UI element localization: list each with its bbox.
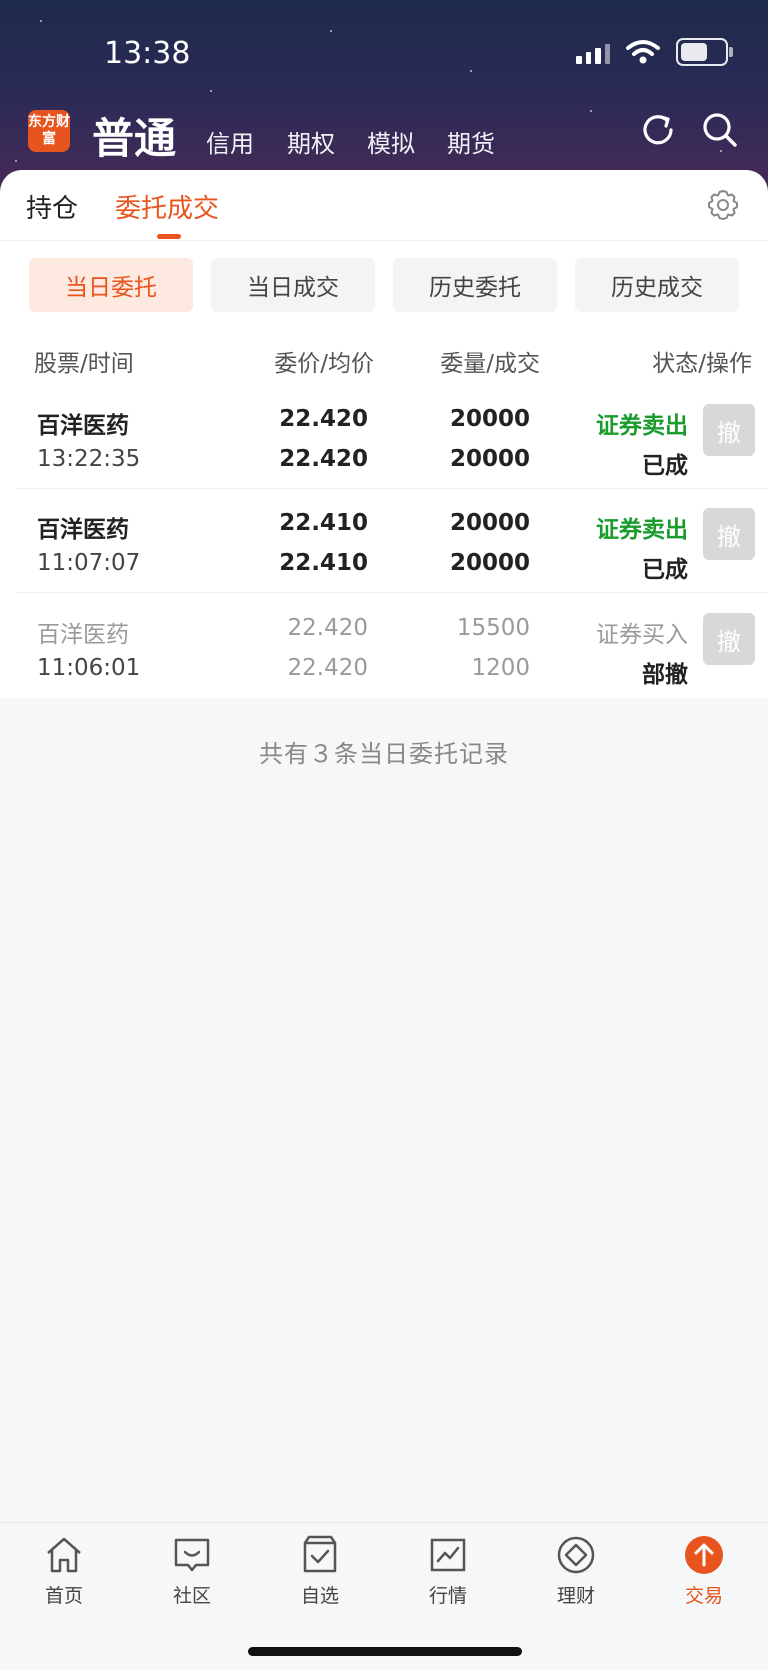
column-header-stock-time: 股票/时间 bbox=[34, 351, 134, 377]
status-time: 13:38 bbox=[104, 36, 191, 71]
nav-market[interactable]: 行情 bbox=[408, 1533, 488, 1608]
wealth-icon bbox=[557, 1536, 595, 1574]
mode-tab-options[interactable]: 期权 bbox=[287, 124, 335, 159]
avg-price: 22.420 bbox=[279, 446, 368, 472]
cellular-signal-icon bbox=[576, 40, 610, 64]
segment-history-orders[interactable]: 历史委托 bbox=[393, 258, 557, 312]
filled-qty: 1200 bbox=[471, 655, 530, 681]
order-status: 部撤 bbox=[642, 662, 688, 688]
app-logo: 东方财富 bbox=[28, 110, 70, 152]
cancel-order-button[interactable]: 撤 bbox=[703, 508, 755, 560]
order-direction: 证券买入 bbox=[596, 622, 688, 648]
row-divider bbox=[16, 488, 768, 489]
order-status: 已成 bbox=[642, 453, 688, 479]
wifi-icon bbox=[626, 40, 660, 64]
row-divider bbox=[16, 592, 768, 593]
order-time: 13:22:35 bbox=[37, 446, 141, 472]
order-price: 22.420 bbox=[287, 615, 368, 641]
settings-gear-icon[interactable] bbox=[706, 188, 740, 222]
order-qty: 20000 bbox=[449, 406, 530, 432]
home-icon bbox=[47, 1537, 81, 1573]
trade-icon bbox=[685, 1536, 723, 1574]
stock-name: 百洋医药 bbox=[37, 517, 129, 543]
stock-name: 百洋医药 bbox=[37, 413, 129, 439]
watchlist-icon bbox=[303, 1535, 337, 1573]
avg-price: 22.420 bbox=[287, 655, 368, 681]
order-count-summary: 共有３条当日委托记录 bbox=[259, 740, 509, 768]
order-price: 22.410 bbox=[279, 510, 368, 536]
nav-trade[interactable]: 交易 bbox=[664, 1533, 744, 1608]
nav-community[interactable]: 社区 bbox=[152, 1533, 232, 1608]
cancel-order-button[interactable]: 撤 bbox=[703, 613, 755, 665]
order-qty: 20000 bbox=[449, 510, 530, 536]
mode-tab-credit[interactable]: 信用 bbox=[206, 124, 254, 159]
segment-today-trades[interactable]: 当日成交 bbox=[211, 258, 375, 312]
order-price: 22.420 bbox=[279, 406, 368, 432]
cancel-order-button[interactable]: 撤 bbox=[703, 404, 755, 456]
column-header-qty: 委量/成交 bbox=[440, 351, 540, 377]
search-icon[interactable] bbox=[700, 110, 740, 150]
order-qty: 15500 bbox=[456, 615, 530, 641]
tab-holdings[interactable]: 持仓 bbox=[26, 188, 78, 225]
filled-qty: 20000 bbox=[449, 446, 530, 472]
column-header-status: 状态/操作 bbox=[652, 351, 752, 377]
nav-home[interactable]: 首页 bbox=[24, 1533, 104, 1608]
avg-price: 22.410 bbox=[279, 550, 368, 576]
tab-orders-trades[interactable]: 委托成交 bbox=[115, 188, 219, 225]
refresh-icon[interactable] bbox=[638, 110, 678, 150]
column-header-price: 委价/均价 bbox=[274, 351, 374, 377]
active-tab-indicator bbox=[157, 234, 181, 239]
stock-name: 百洋医药 bbox=[37, 622, 129, 648]
segment-today-orders[interactable]: 当日委托 bbox=[29, 258, 193, 312]
order-direction: 证券卖出 bbox=[596, 517, 688, 543]
order-direction: 证券卖出 bbox=[596, 413, 688, 439]
order-time: 11:06:01 bbox=[37, 655, 141, 681]
order-status: 已成 bbox=[642, 557, 688, 583]
community-icon bbox=[174, 1538, 210, 1572]
filled-qty: 20000 bbox=[449, 550, 530, 576]
nav-wealth[interactable]: 理财 bbox=[536, 1533, 616, 1608]
segment-history-trades[interactable]: 历史成交 bbox=[575, 258, 739, 312]
status-indicators bbox=[576, 38, 733, 66]
nav-watchlist[interactable]: 自选 bbox=[280, 1533, 360, 1608]
mode-tab-futures[interactable]: 期货 bbox=[447, 124, 495, 159]
mode-tab-simulation[interactable]: 模拟 bbox=[367, 124, 415, 159]
tabbar-divider bbox=[0, 240, 768, 241]
battery-icon bbox=[676, 38, 733, 66]
market-icon bbox=[430, 1538, 466, 1572]
order-time: 11:07:07 bbox=[37, 550, 141, 576]
account-mode-title[interactable]: 普通 bbox=[92, 105, 176, 166]
home-indicator bbox=[248, 1647, 522, 1656]
